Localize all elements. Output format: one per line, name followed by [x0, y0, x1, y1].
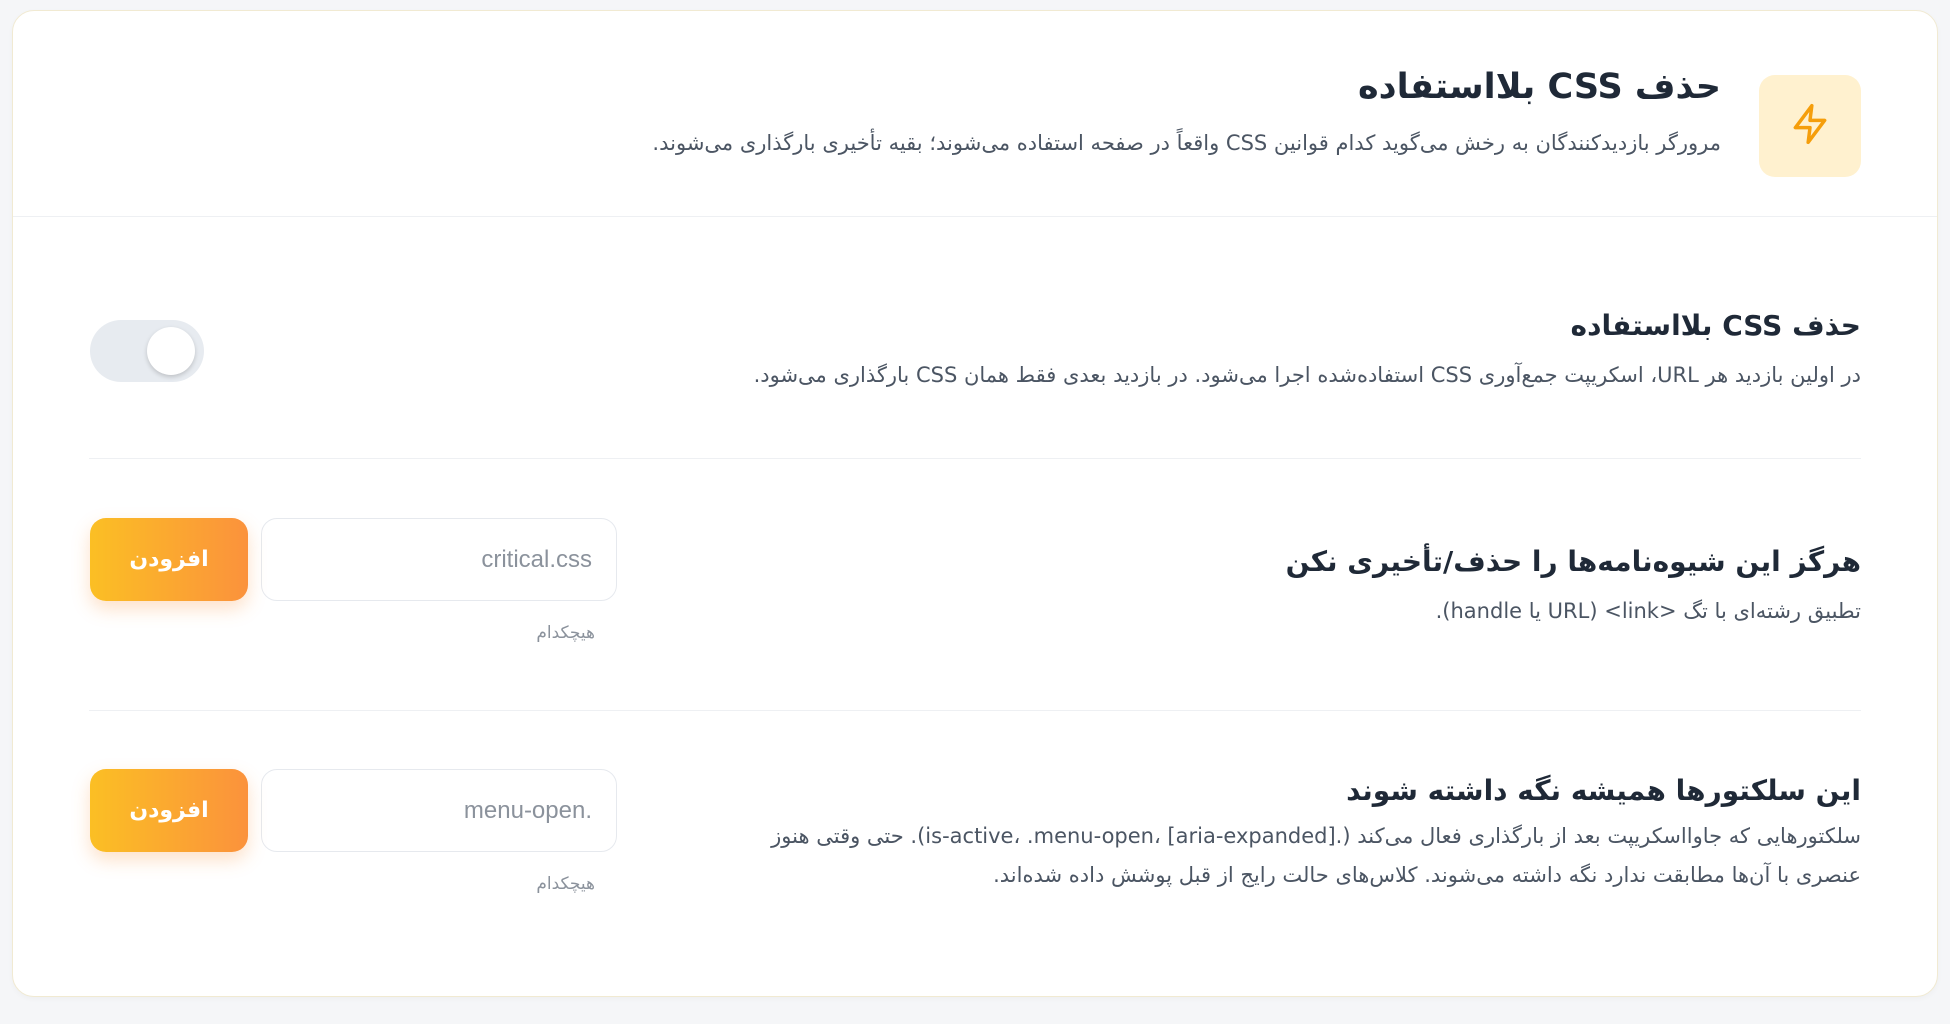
add-selector-button[interactable]: افزودن — [90, 769, 248, 852]
remove-unused-css-toggle[interactable] — [90, 320, 204, 382]
setting-description: در اولین بازدید هر URL، اسکریپت جمع‌آوری… — [753, 363, 1861, 387]
setting-title: حذف CSS بلااستفاده — [1570, 309, 1861, 342]
header-icon-box — [1759, 75, 1861, 177]
empty-list-label: هیچکدام — [536, 874, 595, 894]
add-stylesheet-button[interactable]: افزودن — [90, 518, 248, 601]
lightning-bolt-icon — [1788, 102, 1832, 150]
setting-title: این سلکتورها همیشه نگه داشته شوند — [1346, 774, 1861, 807]
toggle-knob — [147, 327, 195, 375]
keep-selectors-setting: این سلکتورها همیشه نگه داشته شوند سلکتور… — [771, 774, 1861, 895]
setting-description: سلکتورهایی که جاوااسکریپت بعد از بارگذار… — [771, 817, 1861, 895]
keep-selector-input[interactable] — [261, 769, 617, 852]
settings-card: حذف CSS بلااستفاده مرورگر بازدیدکنندگان … — [12, 10, 1938, 997]
exclude-stylesheet-input[interactable] — [261, 518, 617, 601]
page-title: حذف CSS بلااستفاده — [1357, 67, 1721, 107]
divider — [89, 458, 1861, 459]
description-line: عنصری با آن‌ها مطابقت ندارد نگه داشته می… — [993, 863, 1861, 887]
setting-description: تطبیق رشته‌ای با تگ <link> (URL یا handl… — [1435, 599, 1861, 623]
empty-list-label: هیچکدام — [536, 623, 595, 643]
page-description: مرورگر بازدیدکنندگان به رخش می‌گوید کدام… — [652, 131, 1721, 155]
exclude-stylesheets-setting: هرگز این شیوه‌نامه‌ها را حذف/تأخیری نکن … — [1286, 545, 1861, 631]
divider — [89, 710, 1861, 711]
setting-title: هرگز این شیوه‌نامه‌ها را حذف/تأخیری نکن — [1285, 545, 1861, 578]
remove-unused-css-setting: حذف CSS بلااستفاده در اولین بازدید هر UR… — [754, 309, 1861, 395]
card-header: حذف CSS بلااستفاده مرورگر بازدیدکنندگان … — [13, 11, 1937, 217]
description-line: سلکتورهایی که جاوااسکریپت بعد از بارگذار… — [771, 824, 1861, 848]
